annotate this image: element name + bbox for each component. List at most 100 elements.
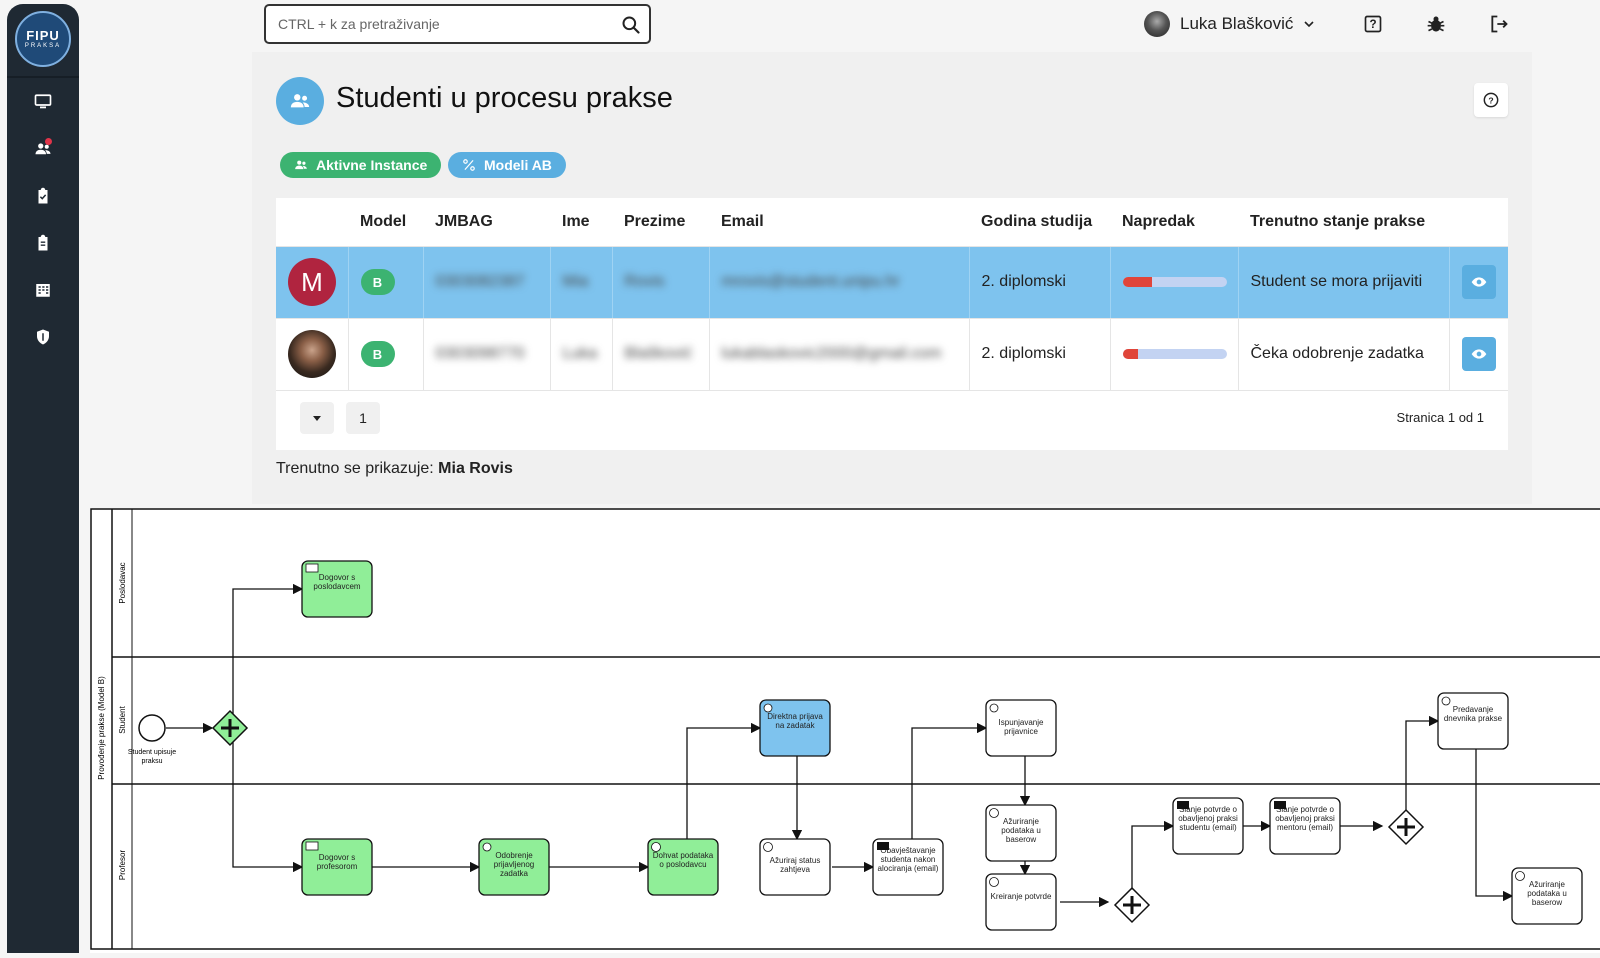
pool-label: Provođenje prakse (Model B) <box>97 676 106 780</box>
table-row[interactable]: B 0303098770 Luka Blašković lukablaskovi… <box>276 318 1508 391</box>
percent-icon <box>463 159 475 171</box>
notification-dot <box>45 138 52 145</box>
users-icon <box>295 160 307 170</box>
user-name: Luka Blašković <box>1180 14 1294 33</box>
task-label: Ažuriranje podataka u baserow <box>1527 880 1567 907</box>
task-label: Ispunjavanje prijavnice <box>998 718 1044 736</box>
task-label: Slanje potvrde o obavljenoj praksi stude… <box>1178 805 1238 832</box>
bug-icon[interactable] <box>1424 12 1448 36</box>
user-task-icon <box>1441 696 1451 706</box>
logo-title: FIPU <box>26 28 60 43</box>
bpmn-diagram[interactable]: Provođenje prakse (Model B) Poslodavac S… <box>90 508 1600 953</box>
task-label: Kreiranje potvrde <box>990 892 1052 901</box>
search-box <box>264 4 651 44</box>
sidebar: FIPU PRAKSA <box>7 4 79 953</box>
monitor-icon[interactable] <box>31 90 55 114</box>
year-cell: 2. diplomski <box>969 318 1111 391</box>
manual-task-icon <box>305 563 319 573</box>
service-task-icon <box>989 877 999 887</box>
search-input[interactable] <box>278 6 608 42</box>
column-header: Napredak <box>1110 198 1238 247</box>
progress-bar <box>1122 349 1227 359</box>
service-task-icon <box>989 808 999 818</box>
column-header: Godina studija <box>969 198 1110 247</box>
view-button[interactable] <box>1461 337 1496 371</box>
parallel-gateway[interactable] <box>211 709 249 747</box>
progress-bar <box>1122 277 1227 287</box>
task-label: Dogovor s profesorom <box>316 853 358 871</box>
model-badge: B <box>360 341 395 367</box>
column-header: Email <box>709 198 969 247</box>
send-task-icon <box>877 842 889 850</box>
jmbag-cell: 0303082387 <box>435 273 525 290</box>
parallel-gateway[interactable] <box>1387 808 1425 846</box>
lane-label: Poslodavac <box>118 562 127 603</box>
parallel-gateway[interactable] <box>1113 886 1151 924</box>
tab-label: Modeli AB <box>484 157 552 173</box>
first-name-cell: Luka <box>562 345 598 362</box>
start-event[interactable] <box>138 714 166 742</box>
task-label: Direktna prijava na zadatak <box>767 712 823 730</box>
question-circle-icon: ? <box>1483 92 1499 108</box>
column-header <box>276 198 348 247</box>
column-header: JMBAG <box>423 198 550 247</box>
users-icon[interactable] <box>31 137 55 161</box>
shield-icon[interactable] <box>31 325 55 349</box>
chevron-down-icon <box>1304 21 1314 28</box>
send-task-icon <box>1177 801 1189 809</box>
user-menu[interactable]: Luka Blašković <box>1144 10 1315 38</box>
svg-text:?: ? <box>1369 18 1376 31</box>
showing-name: Mia Rovis <box>438 460 513 477</box>
pagination: 1 <box>300 402 380 434</box>
column-header <box>1449 198 1508 247</box>
task-label: Odobrenje prijavljenog zadatka <box>493 851 535 878</box>
service-task-icon <box>1515 871 1525 881</box>
tab-label: Aktivne Instance <box>316 157 428 173</box>
table-header-row: Model JMBAG Ime Prezime Email Godina stu… <box>276 198 1508 247</box>
eye-icon <box>1471 349 1486 359</box>
showing-label: Trenutno se prikazuje: <box>276 460 434 477</box>
last-name-cell: Rovis <box>624 273 665 290</box>
page-button[interactable]: 1 <box>346 402 380 434</box>
table-row[interactable]: M B 0303082387 Mia Rovis mrovis@student.… <box>276 246 1508 319</box>
search-icon[interactable] <box>621 15 641 35</box>
view-button[interactable] <box>1461 265 1496 299</box>
task-label: Obavještavanje studenta nakon alociranja… <box>877 846 939 873</box>
caret-down-icon <box>313 416 321 421</box>
status-cell: Student se mora prijaviti <box>1238 246 1450 319</box>
avatar: M <box>288 258 336 306</box>
last-name-cell: Blašković <box>624 345 693 362</box>
page-info: Stranica 1 od 1 <box>1396 410 1484 425</box>
user-task-icon <box>763 703 773 713</box>
svg-text:?: ? <box>1488 95 1493 105</box>
task-label: Dogovor s poslodavcem <box>313 573 361 591</box>
tab-models[interactable]: Modeli AB <box>448 152 566 178</box>
avatar <box>288 330 336 378</box>
clipboard-list-icon[interactable] <box>31 231 55 255</box>
year-cell: 2. diplomski <box>969 246 1111 319</box>
page-size-dropdown[interactable] <box>300 402 334 434</box>
task-label: Predavanje dnevnika prakse <box>1443 705 1503 723</box>
service-task-icon <box>651 842 661 852</box>
first-name-cell: Mia <box>562 273 589 290</box>
service-task-icon <box>763 842 773 852</box>
help-icon[interactable]: ? <box>1361 12 1385 36</box>
column-header: Trenutno stanje prakse <box>1238 198 1449 247</box>
lane-label: Profesor <box>118 850 127 881</box>
avatar <box>1144 11 1170 37</box>
email-cell: lukablaskovic2000@gmail.com <box>721 345 942 362</box>
logo[interactable]: FIPU PRAKSA <box>15 11 71 67</box>
building-icon[interactable] <box>31 278 55 302</box>
model-badge: B <box>360 269 395 295</box>
currently-showing: Trenutno se prikazuje: Mia Rovis <box>276 460 513 478</box>
clipboard-check-icon[interactable] <box>31 184 55 208</box>
task-label: Ažuriranje podataka u baserow <box>1001 817 1041 844</box>
task-label: Dohvat podataka o poslodavcu <box>652 851 714 869</box>
sidebar-divider <box>7 76 79 78</box>
tab-active-instances[interactable]: Aktivne Instance <box>280 152 442 178</box>
students-table: Model JMBAG Ime Prezime Email Godina stu… <box>276 198 1508 450</box>
users-icon <box>276 77 324 125</box>
page-title: Studenti u procesu prakse <box>336 82 673 114</box>
help-button[interactable]: ? <box>1474 83 1508 117</box>
logout-icon[interactable] <box>1487 12 1511 36</box>
